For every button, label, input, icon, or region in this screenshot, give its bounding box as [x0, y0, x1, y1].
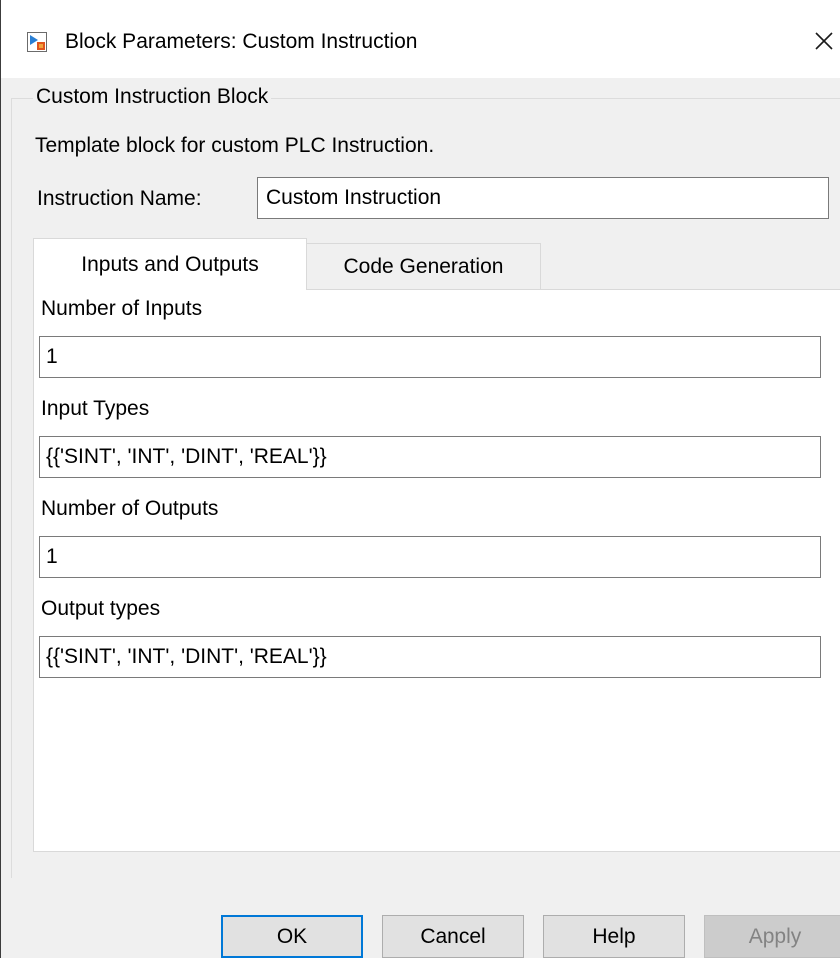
title-bar: Block Parameters: Custom Instruction [1, 0, 840, 78]
number-of-outputs-label: Number of Outputs [41, 497, 219, 520]
input-types-field[interactable] [39, 436, 821, 478]
tab-label: Inputs and Outputs [81, 253, 259, 276]
output-types-label: Output types [41, 597, 161, 620]
close-button[interactable] [807, 26, 840, 60]
cancel-button[interactable]: Cancel [382, 915, 524, 958]
block-parameters-dialog: Block Parameters: Custom Instruction Cus… [0, 0, 840, 958]
close-icon [814, 31, 834, 56]
instruction-name-input[interactable] [257, 177, 829, 219]
block-description: Template block for custom PLC Instructio… [35, 134, 435, 157]
ok-button[interactable]: OK [221, 915, 363, 958]
input-types-label: Input Types [41, 397, 150, 420]
help-button[interactable]: Help [543, 915, 685, 958]
number-of-inputs-field[interactable] [39, 336, 821, 378]
number-of-outputs-field[interactable] [39, 536, 821, 578]
tab-label: Code Generation [343, 255, 504, 278]
simulink-block-icon [27, 32, 47, 52]
window-title: Block Parameters: Custom Instruction [65, 30, 418, 53]
group-title: Custom Instruction Block [33, 84, 272, 110]
number-of-inputs-label: Number of Inputs [41, 297, 203, 320]
output-types-field[interactable] [39, 636, 821, 678]
instruction-name-label: Instruction Name: [37, 187, 202, 210]
tab-inputs-and-outputs[interactable]: Inputs and Outputs [33, 238, 307, 290]
apply-button[interactable]: Apply [704, 915, 840, 958]
tab-code-generation[interactable]: Code Generation [307, 243, 541, 290]
